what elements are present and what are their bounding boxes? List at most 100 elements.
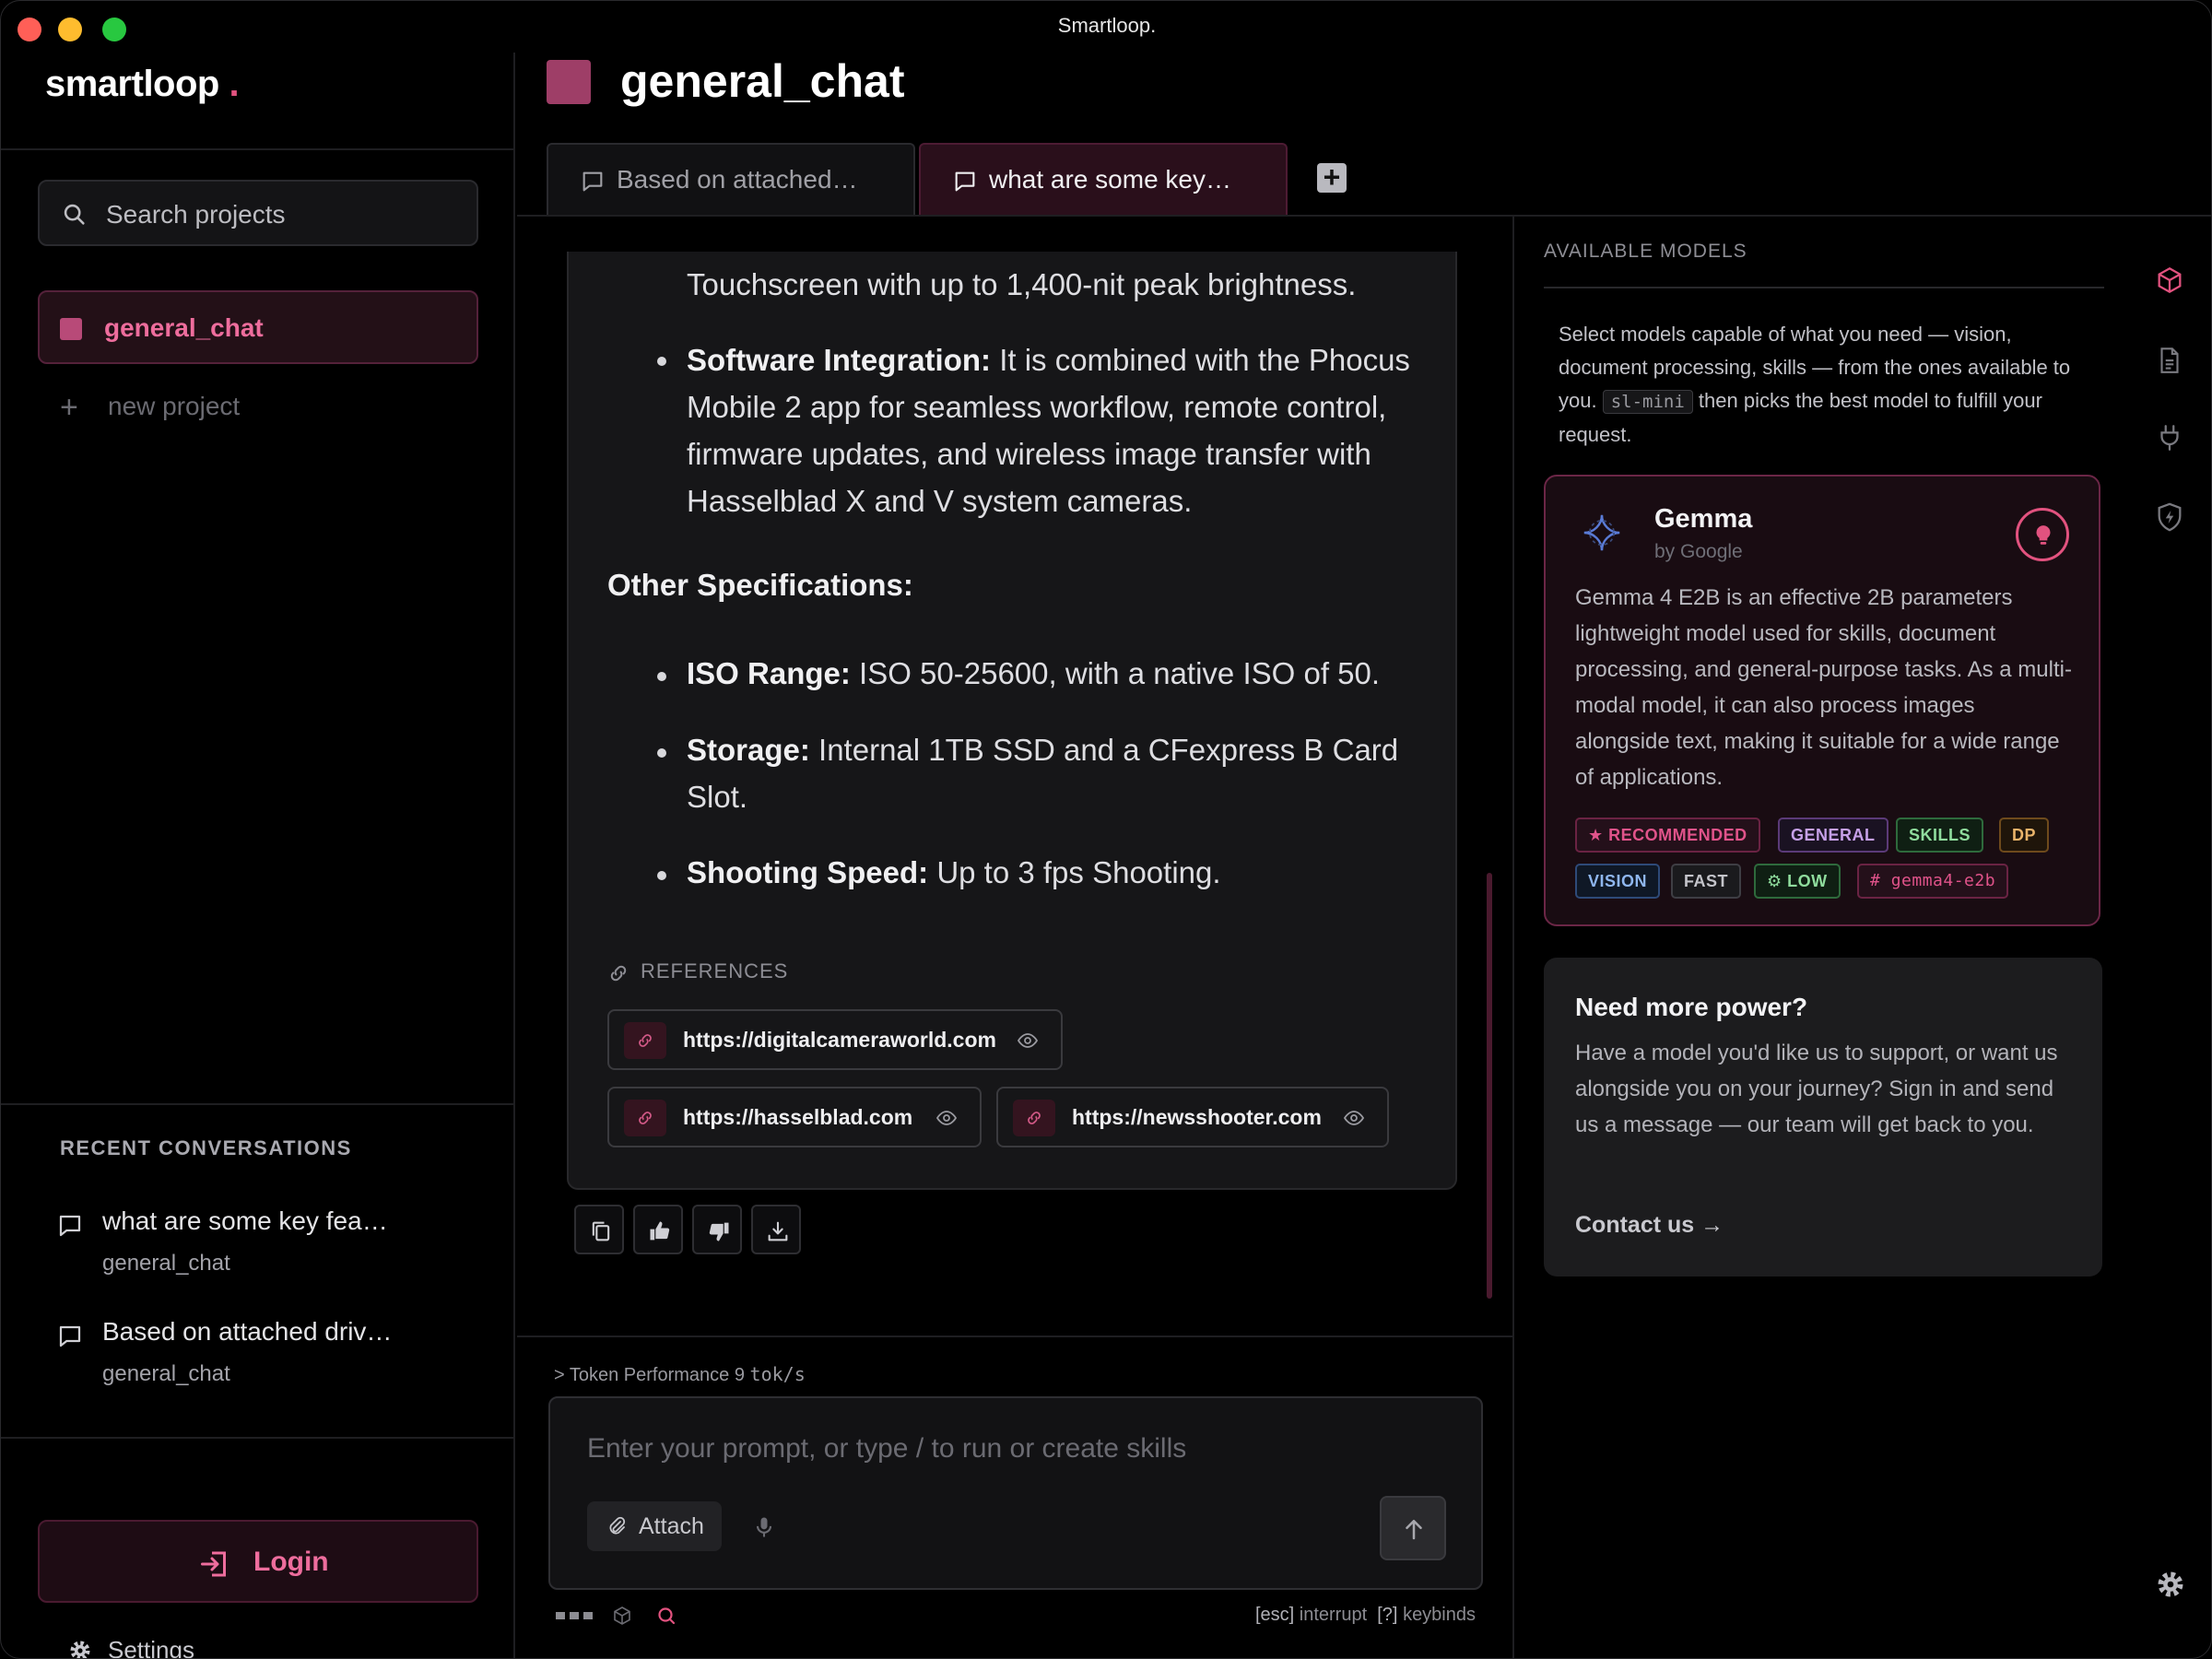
eye-icon[interactable] xyxy=(1341,1107,1367,1129)
document-icon[interactable] xyxy=(2154,344,2185,377)
token-performance: > Token Performance 9 tok/s xyxy=(554,1363,806,1386)
message-text: Hasselblad X and V system cameras. xyxy=(687,484,1193,518)
project-item-general-chat[interactable]: general_chat xyxy=(38,290,478,364)
search-icon[interactable] xyxy=(655,1605,677,1627)
section-heading: Other Specifications: xyxy=(607,568,913,602)
bullet-label: ISO Range: xyxy=(687,656,851,690)
gear-icon xyxy=(70,1641,90,1658)
search-icon xyxy=(64,204,85,225)
gemma-logo-icon xyxy=(1583,514,1620,551)
title-bar: Smartloop. xyxy=(1,1,2211,53)
reference-link[interactable]: https://digitalcameraworld.com xyxy=(607,1009,1063,1070)
status-bar: [esc] interrupt [?] keybinds xyxy=(554,1603,1476,1630)
chip-icon: ⚙ xyxy=(1767,872,1783,890)
dots-icon xyxy=(556,1612,593,1619)
bullet xyxy=(657,357,666,366)
model-name: Gemma xyxy=(1654,504,1753,534)
thumbs-up-icon xyxy=(650,1221,670,1241)
model-vendor: by Google xyxy=(1654,541,1743,562)
conversation-project: general_chat xyxy=(102,1251,230,1276)
bullet xyxy=(657,672,666,681)
keybind-hints: [esc] interrupt [?] keybinds xyxy=(1255,1605,1476,1626)
link-icon xyxy=(639,1034,652,1047)
chat-bubble-icon xyxy=(955,171,975,192)
link-icon xyxy=(639,1112,652,1124)
gear-icon[interactable] xyxy=(2154,1568,2187,1601)
attach-button[interactable]: Attach xyxy=(587,1501,722,1551)
search-input[interactable] xyxy=(106,196,456,233)
plug-icon[interactable] xyxy=(2154,421,2185,454)
lightbulb-button[interactable] xyxy=(2016,508,2069,561)
star-icon: ★ xyxy=(1588,826,1604,844)
chat-scrollbar[interactable] xyxy=(1487,873,1492,1299)
help-key: [?] xyxy=(1377,1605,1398,1625)
cube-icon[interactable] xyxy=(611,1605,633,1627)
copy-button[interactable] xyxy=(574,1205,624,1254)
link-icon-box xyxy=(624,1100,666,1136)
prompt-input[interactable]: Enter your prompt, or type / to run or c… xyxy=(587,1433,1186,1465)
thumbs-down-icon xyxy=(709,1222,729,1241)
assistant-message: Touchscreen with up to 1,400-nit peak br… xyxy=(567,252,1457,1190)
reference-url: https://digitalcameraworld.com xyxy=(683,1028,996,1052)
eye-icon[interactable] xyxy=(934,1107,959,1129)
arrow-up-icon xyxy=(1406,1520,1422,1540)
settings-label: Settings xyxy=(108,1636,194,1659)
bullet-label: Software Integration: xyxy=(687,343,992,377)
tag-label: gemma4-e2b xyxy=(1890,871,1996,890)
new-project-label: new project xyxy=(108,392,241,420)
eye-icon[interactable] xyxy=(1015,1030,1041,1052)
tag-model-id: # gemma4-e2b xyxy=(1857,864,2009,899)
bullet xyxy=(657,748,666,758)
tag-vision: VISION xyxy=(1575,864,1661,899)
tab-what-are-some-key[interactable]: what are some key… xyxy=(919,143,1288,215)
references-label: REFERENCES xyxy=(641,959,789,982)
message-text: Mobile 2 app for seamless workflow, remo… xyxy=(687,390,1387,424)
divider xyxy=(1,1103,515,1105)
divider xyxy=(1544,287,2104,288)
esc-hint: interrupt xyxy=(1299,1605,1368,1625)
header-divider xyxy=(517,215,2211,217)
copy-icon xyxy=(592,1221,610,1241)
login-icon xyxy=(201,1551,226,1577)
bullet-text: Up to 3 fps Shooting. xyxy=(936,855,1221,889)
tag-skills: SKILLS xyxy=(1896,818,1984,853)
prompt-composer[interactable]: Enter your prompt, or type / to run or c… xyxy=(548,1396,1483,1590)
tab-label: what are some key… xyxy=(989,165,1231,194)
reference-link[interactable]: https://newsshooter.com xyxy=(996,1087,1389,1147)
token-value: 9 xyxy=(734,1365,745,1385)
tag-fast: FAST xyxy=(1671,864,1742,899)
link-icon xyxy=(610,965,627,982)
download-icon xyxy=(768,1221,788,1241)
add-tab-button[interactable]: + xyxy=(1317,162,1347,193)
model-card-gemma[interactable]: Gemma by Google Gemma 4 E2B is an effect… xyxy=(1544,475,2100,926)
download-button[interactable] xyxy=(751,1205,801,1254)
message-text: Touchscreen with up to 1,400-nit peak br… xyxy=(687,267,1357,301)
tab-label: Based on attached… xyxy=(617,165,858,194)
message-text: Storage: Internal 1TB SSD and a CFexpres… xyxy=(687,726,1398,773)
thumbs-down-button[interactable] xyxy=(692,1205,742,1254)
sidebar: smartloop . general_chat + new project RE… xyxy=(1,53,515,1659)
bullet-text: Internal 1TB SSD and a CFexpress B Card xyxy=(818,733,1399,767)
search-projects[interactable] xyxy=(38,180,478,246)
login-button[interactable]: Login xyxy=(38,1520,478,1603)
microphone-icon[interactable] xyxy=(751,1512,777,1542)
esc-key: [esc] xyxy=(1254,1605,1295,1625)
hash-icon: # xyxy=(1870,871,1881,890)
app-logo: smartloop . xyxy=(45,64,240,105)
cube-icon[interactable] xyxy=(2154,263,2185,298)
power-text: Have a model you'd like us to support, o… xyxy=(1575,1041,2058,1137)
tab-based-on-attached[interactable]: Based on attached… xyxy=(547,143,915,215)
new-project-button[interactable]: + new project xyxy=(60,390,240,426)
send-button[interactable] xyxy=(1380,1496,1446,1560)
bullet-text: ISO 50-25600, with a native ISO of 50. xyxy=(859,656,1381,690)
tag-general: GENERAL xyxy=(1778,818,1888,853)
link-icon-box xyxy=(624,1022,666,1059)
logo-dot: . xyxy=(229,64,240,104)
contact-us-link[interactable]: Contact us → xyxy=(1575,1212,1724,1239)
thumbs-up-button[interactable] xyxy=(633,1205,683,1254)
link-icon xyxy=(1028,1112,1041,1124)
tag-label: RECOMMENDED xyxy=(1608,826,1747,844)
tag-recommended: ★ RECOMMENDED xyxy=(1575,818,1760,853)
shield-bolt-icon[interactable] xyxy=(2154,500,2185,534)
reference-link[interactable]: https://hasselblad.com xyxy=(607,1087,982,1147)
